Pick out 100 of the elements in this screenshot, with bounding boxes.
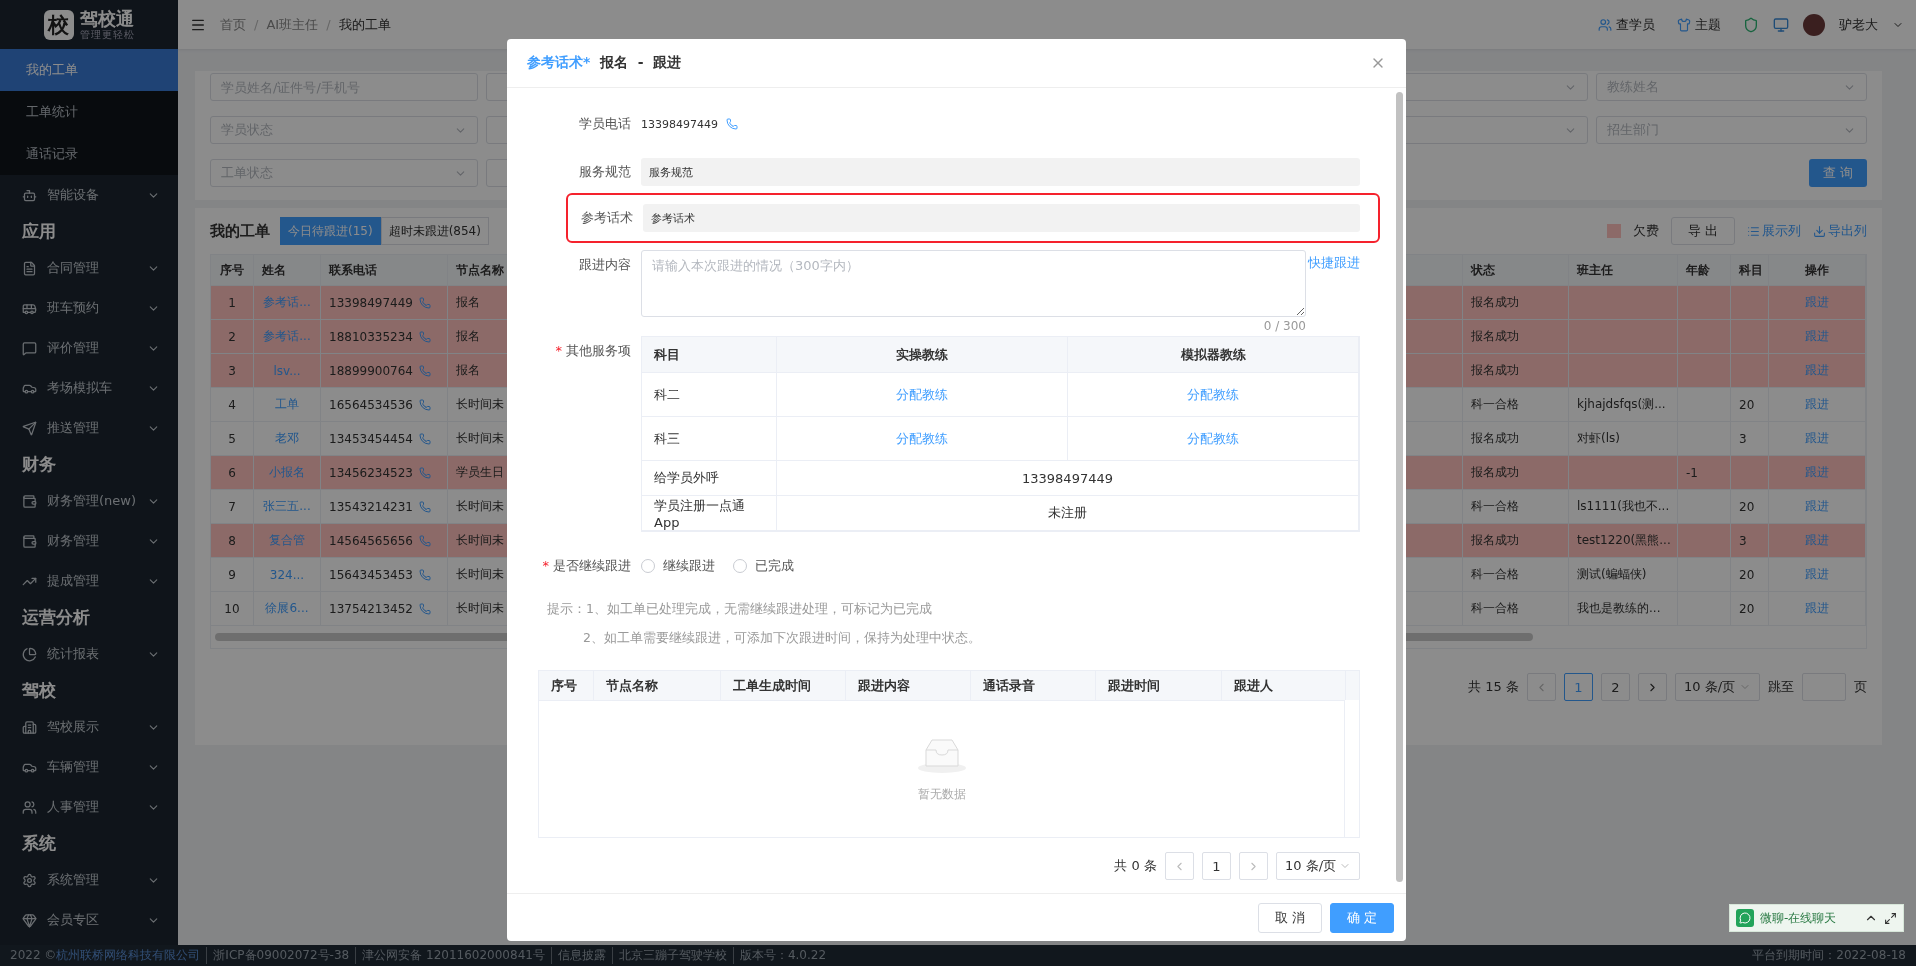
sidebar-item[interactable]: 我的工单 [0, 49, 178, 91]
sidebar-item[interactable]: 评价管理 [0, 328, 178, 368]
assign-coach-link[interactable]: 分配教练 [896, 385, 948, 404]
assign-coach-link[interactable]: 分配教练 [896, 429, 948, 448]
follow-up-link[interactable]: 跟进 [1805, 430, 1829, 447]
student-name-link[interactable]: 老邓 [275, 430, 299, 447]
student-name-link[interactable]: 参考话... [263, 294, 311, 311]
document-icon [22, 260, 37, 276]
follow-up-link[interactable]: 跟进 [1805, 532, 1829, 549]
phone-icon[interactable] [419, 602, 431, 615]
phone-icon[interactable] [419, 296, 431, 309]
tab[interactable]: 今日待跟进(15) [280, 217, 381, 245]
sidebar-item[interactable]: 人事管理 [0, 787, 178, 827]
phone-icon[interactable] [419, 364, 431, 377]
page-button[interactable]: 2 [1601, 673, 1630, 701]
sidebar-item[interactable]: 工单统计 [0, 91, 178, 133]
page-size-select[interactable]: 10 条/页 [1675, 673, 1760, 701]
header-action[interactable]: 查学员 [1598, 15, 1655, 34]
shield-icon[interactable] [1743, 16, 1759, 33]
building-icon [22, 719, 37, 735]
assign-coach-link[interactable]: 分配教练 [1187, 429, 1239, 448]
wallet-icon [22, 533, 37, 549]
search-button[interactable]: 查 询 [1808, 159, 1867, 187]
page-button[interactable]: 1 [1202, 852, 1231, 880]
student-name-link[interactable]: lsv... [273, 363, 301, 378]
chat-widget[interactable]: 微聊-在线聊天 [1729, 904, 1904, 932]
breadcrumb-item[interactable]: 首页 [220, 15, 246, 34]
next-page-button[interactable] [1239, 852, 1268, 880]
expand-icon[interactable] [1884, 911, 1897, 925]
phone-icon[interactable] [419, 432, 431, 445]
follow-up-link[interactable]: 跟进 [1805, 600, 1829, 617]
sidebar-item[interactable]: 车辆管理 [0, 747, 178, 787]
breadcrumb-separator: / [326, 17, 331, 32]
sidebar-item[interactable]: 驾校展示 [0, 707, 178, 747]
sidebar-item[interactable]: 财务管理(new) [0, 481, 178, 521]
follow-up-link[interactable]: 跟进 [1805, 498, 1829, 515]
phone-icon[interactable] [419, 500, 431, 513]
export-button[interactable]: 导 出 [1670, 217, 1735, 245]
phone-number: 13453454454 [329, 431, 413, 446]
follow-up-link[interactable]: 跟进 [1805, 464, 1829, 481]
student-name-link[interactable]: 复合管 [269, 532, 305, 549]
phone-number: 18899900764 [329, 363, 413, 378]
student-name-link[interactable]: 小报名 [269, 464, 305, 481]
sidebar-item[interactable]: 提成管理 [0, 561, 178, 601]
phone-icon[interactable] [726, 118, 738, 130]
field-label: 服务规范 [578, 163, 631, 181]
breadcrumb-item: 我的工单 [338, 15, 391, 34]
phone-icon[interactable] [419, 398, 431, 411]
empty-text: 暂无数据 [917, 785, 966, 803]
table-cell: 13398497449 [777, 461, 1359, 496]
user-name[interactable]: 驴老大 [1839, 15, 1878, 34]
phone-number: 18810335234 [329, 329, 413, 344]
tab[interactable]: 超时未跟进(854) [380, 217, 489, 245]
monitor-icon[interactable] [1773, 16, 1789, 33]
sidebar-item[interactable]: 会员专区 [0, 900, 178, 940]
follow-up-link[interactable]: 跟进 [1805, 294, 1829, 311]
sidebar-item[interactable]: 合同管理 [0, 248, 178, 288]
header-action[interactable]: 主题 [1677, 15, 1721, 34]
radio-option[interactable]: 继续跟进 [641, 557, 715, 575]
download-icon [1813, 224, 1826, 238]
sidebar-item[interactable]: 财务管理 [0, 521, 178, 561]
page-button[interactable]: 1 [1564, 673, 1593, 701]
next-page-button[interactable] [1638, 673, 1667, 701]
phone-icon[interactable] [419, 534, 431, 547]
cancel-button[interactable]: 取 消 [1257, 902, 1322, 933]
sidebar-item[interactable]: 统计报表 [0, 634, 178, 674]
student-name-link[interactable]: 参考话... [263, 328, 311, 345]
sidebar-item[interactable]: 班车预约 [0, 288, 178, 328]
follow-up-link[interactable]: 跟进 [1805, 566, 1829, 583]
phone-icon[interactable] [419, 330, 431, 343]
student-name-link[interactable]: 徐展6... [265, 600, 309, 617]
student-name-link[interactable]: 324... [269, 567, 305, 582]
phone-number: 13456234523 [329, 465, 413, 480]
logo-name: 驾校通 [79, 9, 135, 29]
radio-option[interactable]: 已完成 [733, 557, 794, 575]
phone-icon[interactable] [419, 568, 431, 581]
field-label: 跟进内容 [578, 256, 631, 274]
table-cell: 给学员外呼 [642, 461, 777, 496]
sidebar-item[interactable]: 智能设备 [0, 175, 178, 215]
prev-page-button[interactable] [1165, 852, 1194, 880]
page-size-select[interactable]: 10 条/页 [1276, 852, 1360, 880]
sidebar-item[interactable]: 通话记录 [0, 133, 178, 175]
follow-up-link[interactable]: 跟进 [1805, 328, 1829, 345]
student-name-link[interactable]: 张三五... [263, 498, 311, 515]
prev-page-button[interactable] [1527, 673, 1556, 701]
follow-up-link[interactable]: 跟进 [1805, 396, 1829, 413]
sidebar-item[interactable]: 考场模拟车 [0, 368, 178, 408]
company-link[interactable]: 杭州联桥网络科技有限公司 [56, 948, 201, 962]
toolbar-link[interactable]: 导出列 [1813, 222, 1867, 240]
confirm-button[interactable]: 确 定 [1329, 902, 1394, 933]
sidebar-item[interactable]: 系统管理 [0, 860, 178, 900]
assign-coach-link[interactable]: 分配教练 [1187, 385, 1239, 404]
follow-up-link[interactable]: 跟进 [1805, 362, 1829, 379]
follow-up-textarea[interactable]: 请输入本次跟进的情况（300字内） [641, 250, 1306, 317]
toolbar-link[interactable]: 展示列 [1747, 222, 1801, 240]
sidebar-item[interactable]: 推送管理 [0, 408, 178, 448]
student-name-link[interactable]: 工单 [275, 396, 299, 413]
breadcrumb-item[interactable]: AI班主任 [266, 15, 319, 34]
total-count: 共 0 条 [1114, 857, 1157, 875]
phone-icon[interactable] [419, 466, 431, 479]
